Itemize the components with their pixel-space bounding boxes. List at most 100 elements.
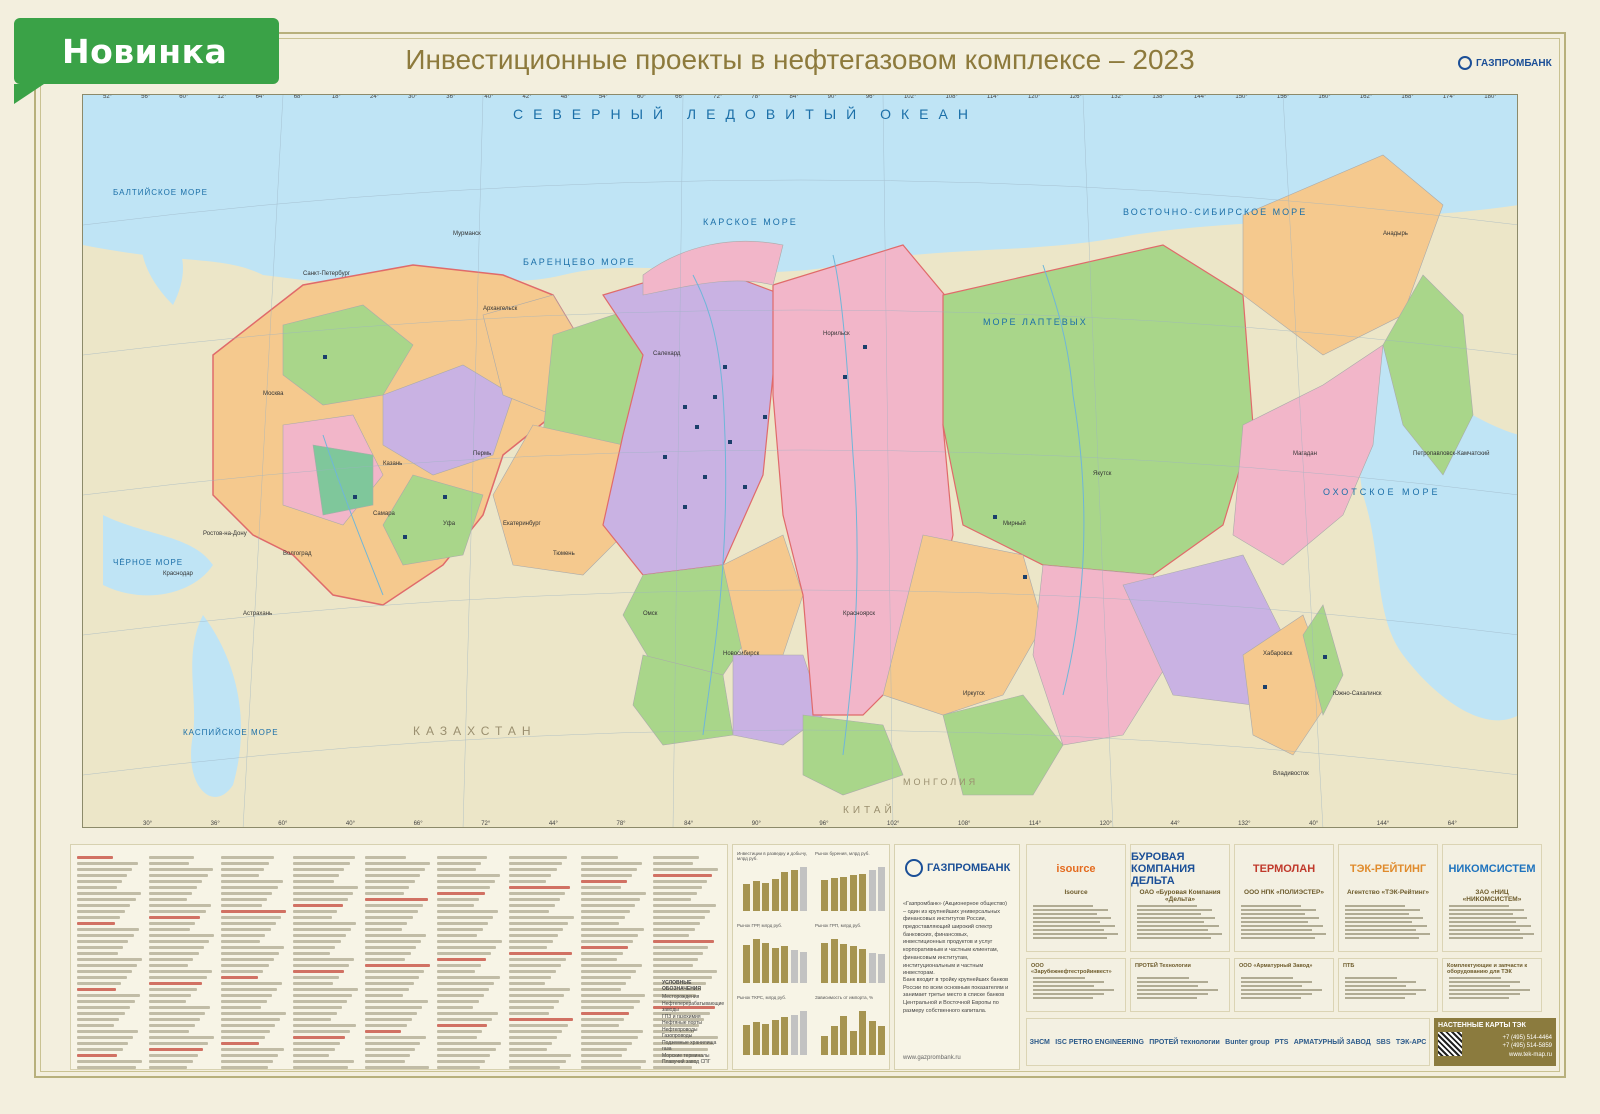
text-line (1033, 909, 1108, 911)
text-line (1241, 937, 1315, 939)
project-list-line (293, 916, 332, 919)
project-list-line (437, 994, 484, 997)
mini-chart-bar (762, 882, 769, 911)
project-list-line (509, 916, 574, 919)
project-list-line (437, 898, 480, 901)
project-list-line (509, 970, 556, 973)
tick: 48° (560, 94, 570, 100)
project-list-line (581, 904, 636, 907)
project-list-line (149, 976, 208, 979)
project-list-line (77, 1024, 114, 1027)
project-list-line (293, 1012, 337, 1015)
project-list-line (509, 1024, 568, 1027)
project-list-line (581, 1042, 633, 1045)
project-list-line (581, 970, 637, 973)
text-line (1241, 981, 1313, 983)
project-list-column (293, 853, 359, 1069)
project-list-line (77, 976, 127, 979)
mini-chart-bar (771, 1020, 779, 1055)
partner-card-small[interactable]: ООО «Зарубежнефтестройинвест» (1026, 958, 1126, 1012)
project-list-line (653, 922, 700, 925)
project-list-line (365, 1036, 426, 1039)
project-list-line (221, 886, 278, 889)
mini-chart-bar (868, 952, 876, 983)
project-list-line (509, 964, 562, 967)
tick: 144° (1193, 94, 1207, 100)
project-list-line (581, 1000, 640, 1003)
partner-card[interactable]: НИКОМСИСТЕМ ЗАО «НИЦ «НИКОМСИСТЕМ» (1442, 844, 1542, 952)
text-line (1137, 933, 1223, 935)
project-list-line (221, 1042, 260, 1045)
project-list-line (221, 1012, 286, 1015)
tick: 114° (1029, 821, 1041, 827)
project-list-line (77, 1066, 137, 1069)
mini-chart-bar (849, 946, 857, 983)
partner-card[interactable]: ТЭК-РЕЙТИНГ Агентство «ТЭК-Рейтинг» (1338, 844, 1438, 952)
city-novosibirsk: Новосибирск (723, 651, 760, 657)
text-line (1345, 933, 1431, 935)
project-list-line (77, 886, 117, 889)
project-list-line (293, 904, 343, 907)
project-list-line (365, 1018, 412, 1021)
project-list-line (437, 946, 497, 949)
mini-chart-title: Зависимость от импорта, % (815, 995, 874, 1000)
project-list-line (221, 1024, 276, 1027)
project-list-line (653, 886, 702, 889)
tick: 64° (255, 94, 265, 100)
project-list-line (293, 1060, 354, 1063)
partner-card-small[interactable]: ПТБ (1338, 958, 1438, 1012)
text-line (1137, 997, 1198, 999)
mini-chart: Рынок бурения, млрд руб. (815, 851, 889, 919)
partner-card[interactable]: БУРОВАЯ КОМПАНИЯ ДЕЛЬТА ОАО «Буровая Комп… (1130, 844, 1230, 952)
partner-card[interactable]: ТЕРМОЛАН ООО НПК «ПОЛИЭСТЕР» (1234, 844, 1334, 952)
partner-card-small[interactable]: ПРОТЕЙ Технологии (1130, 958, 1230, 1012)
project-list-line (293, 1048, 335, 1051)
project-list-line (509, 958, 567, 961)
partner-title: ПРОТЕЙ Технологии (1135, 963, 1191, 969)
project-list-line (77, 934, 134, 937)
badge-tail (14, 84, 44, 104)
project-list-line (149, 862, 189, 865)
project-list-line (653, 868, 718, 871)
new-badge: Новинка (14, 18, 279, 84)
partner-card-small[interactable]: ООО «Арматурный Завод» (1234, 958, 1334, 1012)
partner-card-small[interactable]: Комплектующие и запчасти к оборудованию … (1442, 958, 1542, 1012)
text-line (1449, 909, 1524, 911)
project-list-line (77, 862, 138, 865)
mini-chart: Рынок ГРР, млрд руб. (737, 923, 811, 991)
project-list-line (293, 910, 338, 913)
project-list-line (437, 1042, 502, 1045)
project-list-line (77, 940, 129, 943)
bank-text: «Газпромбанк» (Акционерное общество) – о… (903, 901, 1007, 977)
project-list-line (149, 880, 203, 883)
partner-description (1241, 975, 1327, 1001)
project-list-line (293, 1024, 356, 1027)
city-perm: Пермь (473, 451, 491, 457)
sponsor-list: ЗНСМ ISC PETRO ENGINEERING ПРОТЕЙ технолог… (1027, 1019, 1429, 1065)
project-list-line (77, 1054, 118, 1057)
shop-url[interactable]: www.tek-map.ru (1502, 1051, 1552, 1059)
text-line (1137, 981, 1209, 983)
project-list-line (77, 982, 122, 985)
project-list-line (365, 1030, 402, 1033)
tick: 30° (143, 821, 153, 827)
russia-map[interactable]: СЕВЕРНЫЙ ЛЕДОВИТЫЙ ОКЕАН БАРЕНЦЕВО МОРЕ … (82, 94, 1518, 828)
partner-title: ЗАО «НИЦ «НИКОМСИСТЕМ» (1462, 889, 1522, 903)
project-list-line (293, 982, 334, 985)
text-line (1345, 917, 1424, 919)
tick: 102° (903, 94, 917, 100)
legend-item: Нефтеперерабатывающие заводы (662, 1000, 725, 1014)
project-list-line (221, 1054, 279, 1057)
project-list-line (653, 856, 699, 859)
project-list-line (221, 928, 271, 931)
bank-url[interactable]: www.gazprombank.ru (903, 1055, 961, 1061)
project-list-line (149, 886, 198, 889)
project-list-column (365, 853, 431, 1069)
city-irkutsk: Иркутск (963, 691, 985, 697)
project-list-line (365, 1048, 416, 1051)
sea-label-east-siberian: ВОСТОЧНО-СИБИРСКОЕ МОРЕ (1123, 207, 1307, 217)
project-list-line (149, 1006, 211, 1009)
partner-logo: ТЕРМОЛАН (1252, 863, 1316, 875)
partner-card[interactable]: isource Isource (1026, 844, 1126, 952)
project-list-line (437, 976, 500, 979)
